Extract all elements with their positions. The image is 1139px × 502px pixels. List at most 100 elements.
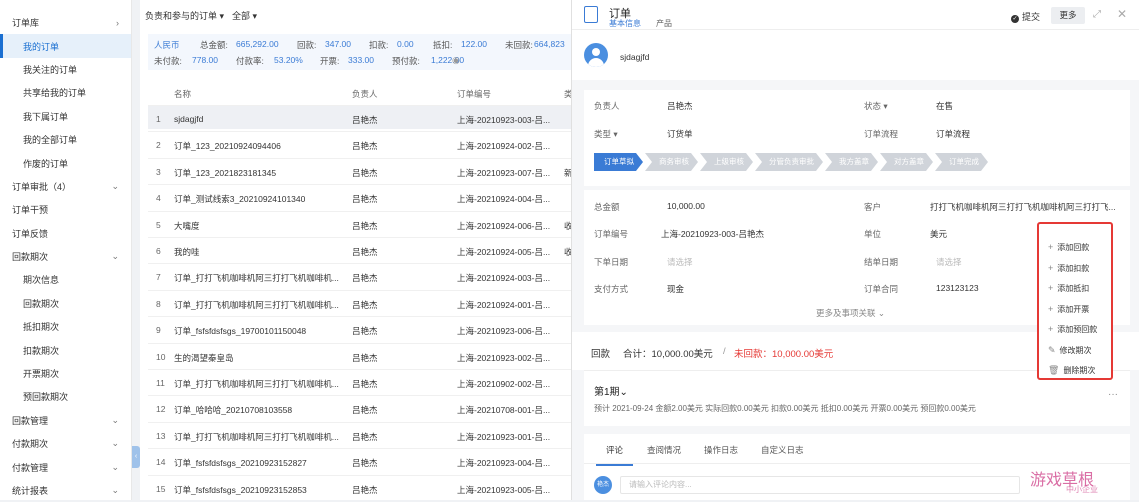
- process-step[interactable]: 对方盖章: [880, 153, 933, 171]
- table-row[interactable]: 5 大嘴度 吕艳杰 上海-20210924-006-吕... 收: [148, 210, 573, 235]
- customer-name: sjdagjfd: [620, 52, 650, 62]
- period-more-icon[interactable]: ···: [1108, 389, 1118, 400]
- date-label: 下单日期: [594, 257, 629, 267]
- sidebar-item[interactable]: 付款期次 ⌄: [0, 432, 131, 455]
- offset-label: 抵扣:: [433, 40, 453, 50]
- sidebar-item[interactable]: 我的订单: [0, 34, 131, 58]
- amount-value[interactable]: 10,000.00: [667, 201, 705, 211]
- table-row[interactable]: 11 订单_打打飞机咖啡机阿三打打飞机咖啡机... 吕艳杰 上海-20210902-0…: [148, 369, 571, 393]
- customer-value[interactable]: 打打飞机咖啡机阿三打打飞机咖啡机阿三打打飞...: [930, 201, 1120, 213]
- eye-icon[interactable]: ◉: [452, 55, 460, 66]
- status-value[interactable]: 在售: [936, 100, 953, 112]
- menu-item[interactable]: ✎ 修改期次: [1048, 345, 1092, 356]
- more-button[interactable]: 更多: [1051, 7, 1085, 24]
- sidebar-item[interactable]: 我下属订单: [0, 105, 131, 128]
- process-step[interactable]: 订单草拟: [594, 153, 643, 171]
- sidebar-item[interactable]: 我关注的订单: [0, 58, 131, 81]
- period-title[interactable]: 第1期⌄: [594, 383, 628, 398]
- tab-operation-log[interactable]: 操作日志: [704, 444, 738, 456]
- sidebar-item[interactable]: 统计报表 ⌄: [0, 479, 131, 502]
- table-row[interactable]: 14 订单_fsfsfdsfsgs_20210923152827 吕艳杰 上海-202…: [148, 448, 571, 472]
- close-icon[interactable]: ✕: [1117, 7, 1127, 21]
- currency-label[interactable]: 人民币: [154, 39, 180, 51]
- cell-no: 12: [156, 404, 166, 415]
- sidebar-item[interactable]: 我的全部订单: [0, 128, 131, 151]
- table-row[interactable]: 6 我的哇 吕艳杰 上海-20210924-005-吕... 收: [148, 237, 573, 261]
- expand-icon[interactable]: ⤢: [1093, 9, 1101, 20]
- flow-value[interactable]: 订单流程: [936, 128, 970, 140]
- menu-item[interactable]: 🗑 删除期次: [1048, 365, 1095, 376]
- sidebar-item[interactable]: 期次信息: [0, 268, 131, 291]
- menu-item[interactable]: + 添加回款: [1048, 242, 1089, 253]
- table-row[interactable]: 8 订单_打打飞机咖啡机阿三打打飞机咖啡机... 吕艳杰 上海-20210924-00…: [148, 289, 571, 314]
- sidebar-item[interactable]: 作废的订单: [0, 151, 131, 174]
- cell-name: 订单_哈哈哈_20210708103558: [174, 405, 293, 416]
- table-row[interactable]: 9 订单_fsfsfdsfsgs_19700101150048 吕艳杰 上海-2021…: [148, 316, 571, 340]
- sidebar-item[interactable]: 订单审批（4） ⌄: [0, 175, 131, 198]
- table-row[interactable]: 2 订单_123_20210924094406 吕艳杰 上海-20210924-002…: [148, 131, 571, 155]
- sidebar-item-label: 预回款期次: [23, 392, 69, 403]
- table-row[interactable]: 10 生的渴望秦皇岛 吕艳杰 上海-20210923-002-吕...: [148, 342, 571, 367]
- more-fields-link[interactable]: 更多及事项关联 ⌄: [816, 307, 885, 319]
- sidebar-item[interactable]: 回款期次 ⌄: [0, 245, 131, 268]
- menu-item[interactable]: + 添加扣款: [1048, 263, 1089, 274]
- submit-button[interactable]: ✓ 提交: [1011, 10, 1040, 23]
- cell-name: 生的渴望秦皇岛: [174, 352, 234, 363]
- back-label: 回款:: [297, 40, 317, 50]
- menu-item[interactable]: + 添加抵扣: [1048, 283, 1089, 294]
- sidebar-item[interactable]: 共享给我的订单: [0, 81, 131, 104]
- sidebar-item-label: 回款期次: [12, 252, 49, 263]
- tab-custom-log[interactable]: 自定义日志: [761, 444, 804, 456]
- date-field[interactable]: 请选择: [667, 256, 693, 268]
- contract-value[interactable]: 123123123: [936, 283, 979, 293]
- sidebar-item[interactable]: 订单库 ›: [0, 11, 131, 34]
- sidebar-item[interactable]: 付款管理 ⌄: [0, 455, 131, 478]
- scope-dropdown[interactable]: 全部 ▾: [232, 9, 257, 22]
- avatar: [584, 43, 608, 67]
- tab-read-status[interactable]: 查阅情况: [647, 444, 681, 456]
- unit-value[interactable]: 美元: [930, 228, 947, 240]
- contract-label: 订单合同: [864, 284, 899, 294]
- unit-label: 单位: [864, 229, 882, 239]
- sidebar-item[interactable]: 回款管理 ⌄: [0, 409, 131, 432]
- sidebar-item-label: 共享给我的订单: [23, 88, 87, 99]
- col-code[interactable]: 订单编号: [457, 88, 491, 100]
- collapse-sidebar-button[interactable]: ‹: [132, 446, 140, 468]
- process-step[interactable]: 订单完成: [935, 153, 988, 171]
- col-owner[interactable]: 负责人: [352, 88, 378, 100]
- menu-item[interactable]: + 添加开票: [1048, 304, 1089, 315]
- table-row[interactable]: 7 订单_打打飞机咖啡机阿三打打飞机咖啡机... 吕艳杰 上海-20210924-00…: [148, 263, 571, 287]
- comment-input[interactable]: 请输入评论内容...: [620, 476, 1020, 494]
- pay-value[interactable]: 现金: [667, 283, 684, 295]
- table-row[interactable]: 13 订单_打打飞机咖啡机阿三打打飞机咖啡机... 吕艳杰 上海-20210923-0…: [148, 421, 571, 446]
- table-row[interactable]: 3 订单_123_2021823181345 吕艳杰 上海-20210923-007-…: [148, 157, 573, 182]
- process-step[interactable]: 分管负责审批: [755, 153, 823, 171]
- sidebar-item[interactable]: 预回款期次: [0, 385, 131, 408]
- sidebar-item[interactable]: 订单干预: [0, 198, 131, 221]
- sidebar-item-label: 我的订单: [23, 41, 60, 52]
- process-step[interactable]: 上级审核: [700, 153, 753, 171]
- owner-value[interactable]: 吕艳杰: [667, 100, 693, 112]
- settle-field[interactable]: 请选择: [936, 256, 962, 268]
- sidebar-item[interactable]: 抵扣期次: [0, 315, 131, 338]
- table-row[interactable]: 15 订单_fsfsfdsfsgs_20210923152853 吕艳杰 上海-202…: [148, 474, 571, 499]
- sidebar-item[interactable]: 扣款期次: [0, 338, 131, 361]
- process-step[interactable]: 我方盖章: [825, 153, 878, 171]
- table-row[interactable]: 12 订单_哈哈哈_20210708103558 吕艳杰 上海-20210708-00…: [148, 395, 571, 419]
- sidebar-item[interactable]: 订单反馈: [0, 222, 131, 245]
- tab-product[interactable]: 产品: [656, 18, 672, 29]
- type-value[interactable]: 订货单: [667, 128, 693, 140]
- process-step[interactable]: 商务审核: [645, 153, 698, 171]
- sidebar-item[interactable]: 回款期次: [0, 292, 131, 315]
- offset-value: 122.00: [461, 39, 487, 49]
- table-row[interactable]: 1 sjdagjfd 吕艳杰 上海-20210923-003-吕...: [148, 105, 571, 129]
- col-name[interactable]: 名称: [174, 88, 191, 100]
- filter-dropdown[interactable]: 负责和参与的订单 ▾: [145, 9, 224, 22]
- code-value[interactable]: 上海-20210923-003-吕艳杰: [661, 228, 764, 240]
- menu-item-label: 添加开票: [1057, 304, 1090, 314]
- sidebar-item[interactable]: 开票期次: [0, 362, 131, 385]
- table-row[interactable]: 4 订单_测试线索3_20210924101340 吕艳杰 上海-20210924-0…: [148, 184, 571, 208]
- menu-item[interactable]: + 添加预回款: [1048, 324, 1097, 335]
- cell-code: 上海-20210924-003-吕...: [457, 273, 551, 284]
- period-desc: 预计 2021-09-24 金额2.00美元 实际回款0.00美元 扣款0.00…: [594, 404, 976, 413]
